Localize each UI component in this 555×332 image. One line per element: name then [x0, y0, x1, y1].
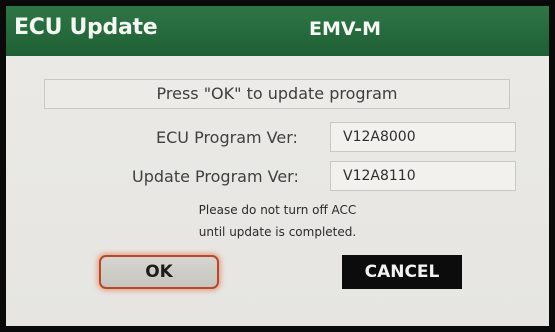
title-bar: ECU Update EMV-M: [6, 6, 549, 56]
display-bezel: ECU Update EMV-M Press "OK" to update pr…: [0, 0, 555, 332]
warning-line-2: until update is completed.: [198, 225, 357, 239]
unit-label: EMV-M: [309, 18, 382, 40]
update-version-label: Update Program Ver:: [132, 167, 299, 186]
cancel-button[interactable]: CANCEL: [342, 255, 462, 289]
ok-button[interactable]: OK: [99, 255, 219, 289]
instruction-message: Press "OK" to update program: [44, 79, 510, 109]
ecu-update-screen: ECU Update EMV-M Press "OK" to update pr…: [6, 6, 549, 326]
screen-title: ECU Update: [14, 15, 158, 40]
update-version-value: V12A8110: [330, 161, 516, 191]
ecu-version-value: V12A8000: [330, 122, 516, 152]
ecu-version-label: ECU Program Ver:: [156, 128, 298, 147]
warning-line-1: Please do not turn off ACC: [198, 203, 357, 217]
